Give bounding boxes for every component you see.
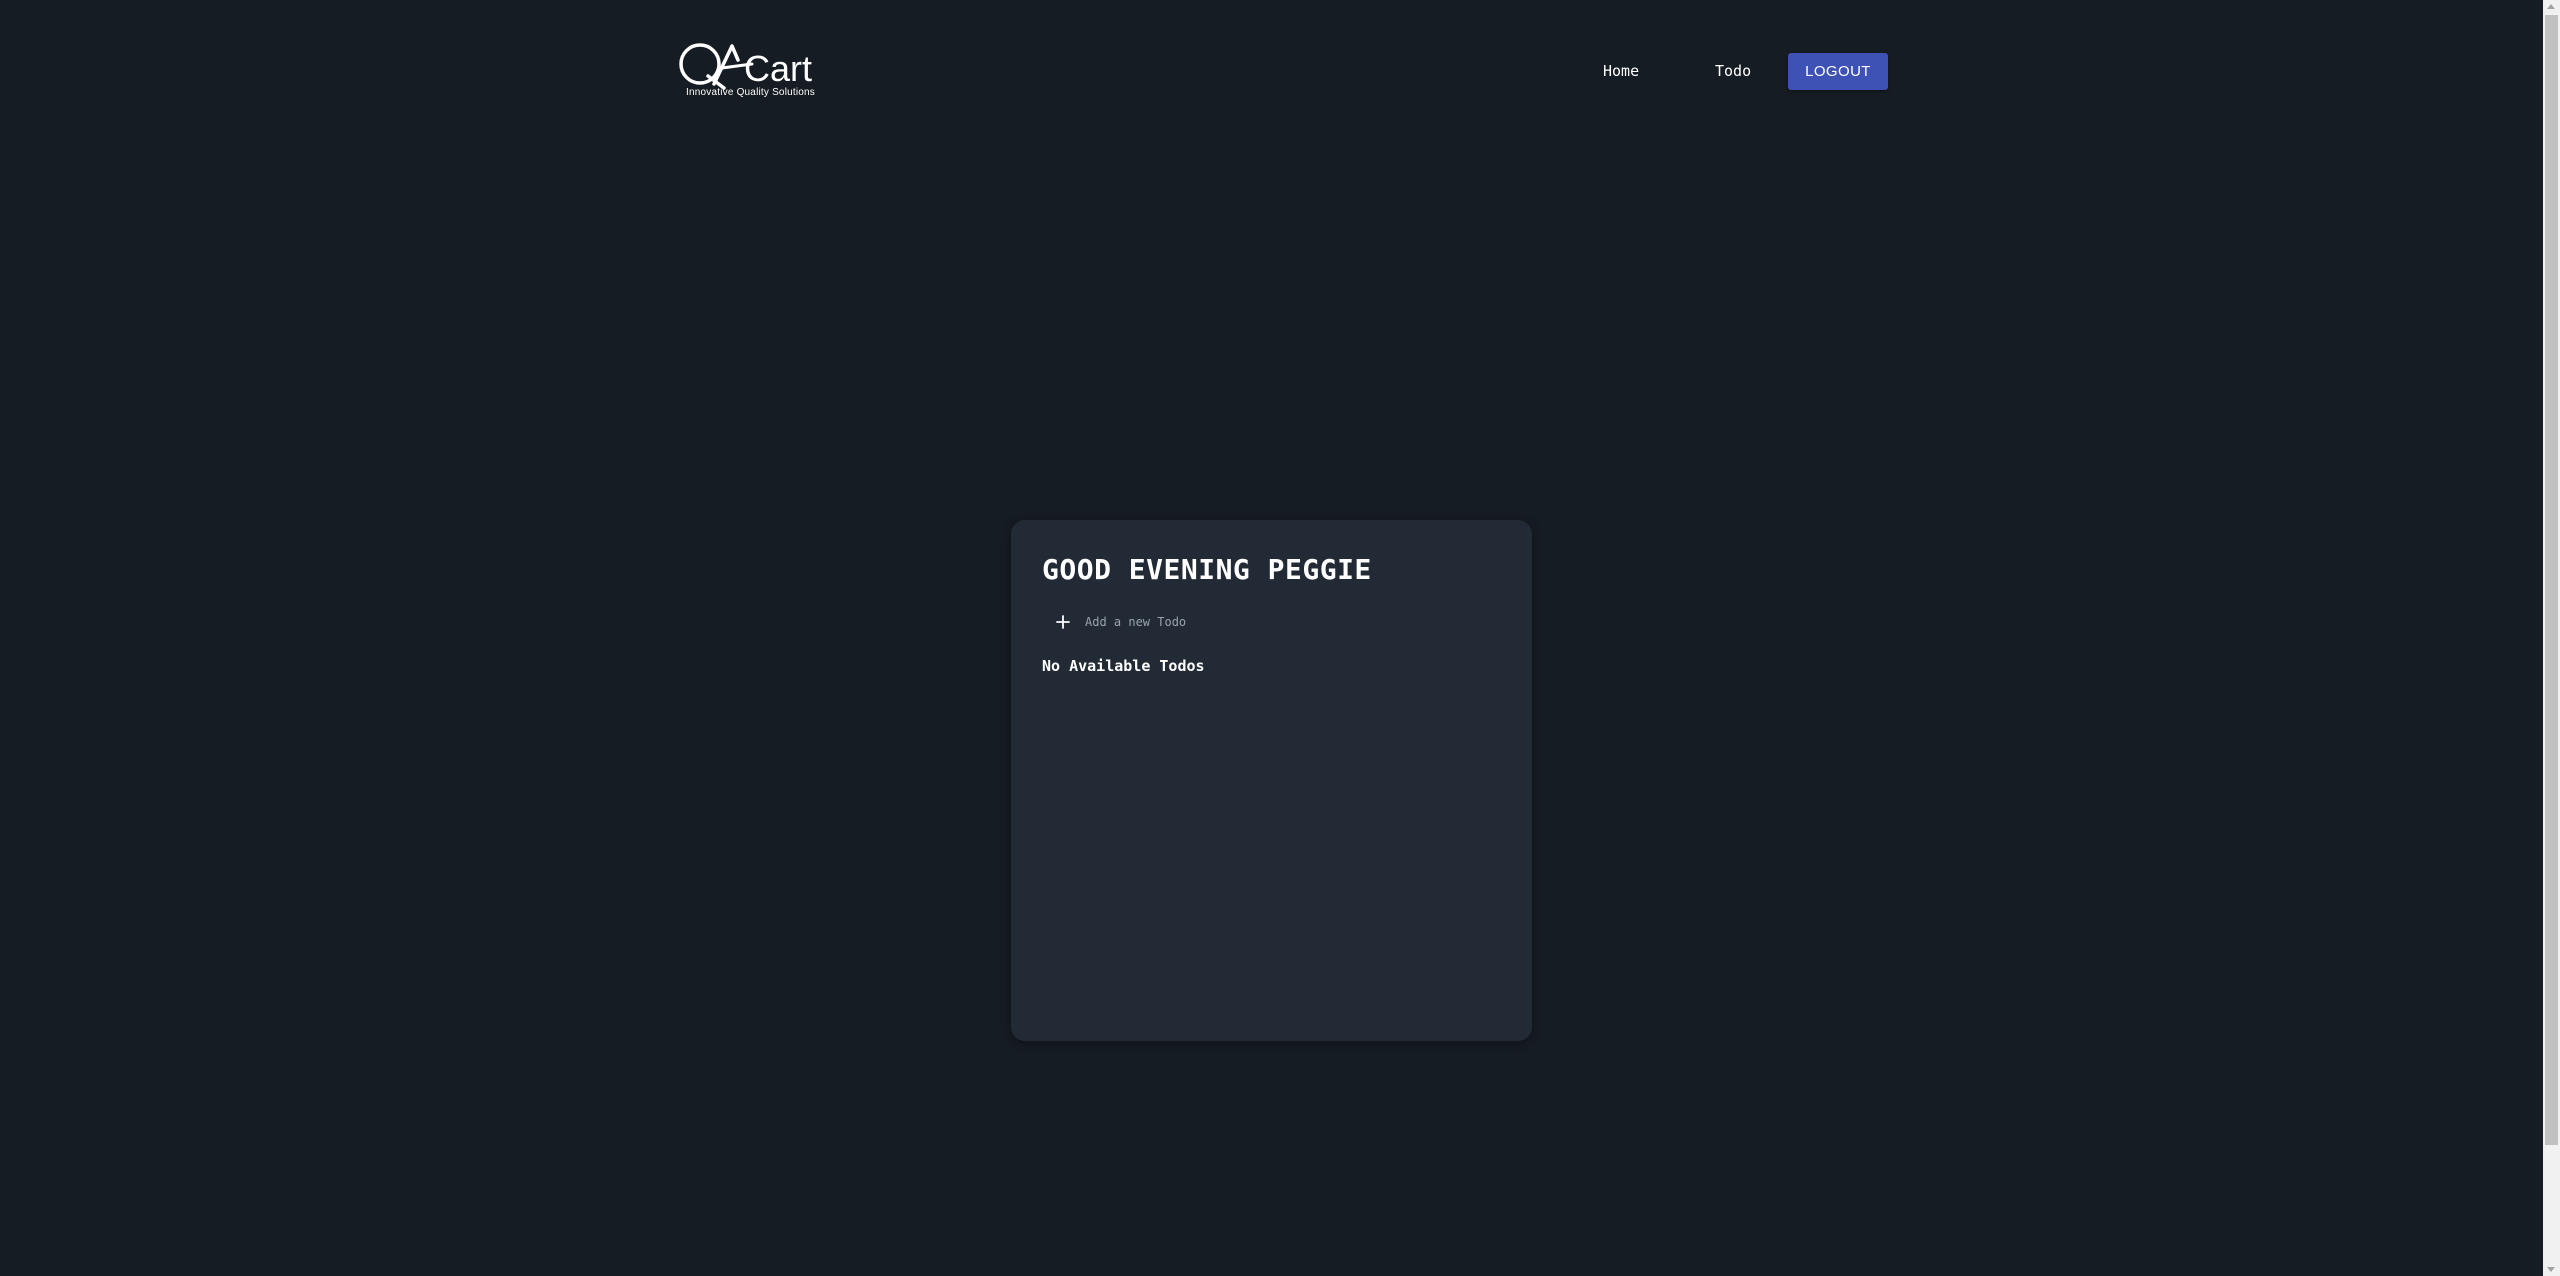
empty-todos-message: No Available Todos	[1042, 657, 1205, 675]
new-todo-input[interactable]	[1085, 612, 1465, 632]
nav-home-link[interactable]: Home	[1603, 62, 1639, 80]
scroll-down-arrow-icon[interactable]	[2547, 1267, 2555, 1272]
nav-todo-link[interactable]: Todo	[1715, 62, 1751, 80]
add-todo-row	[1051, 610, 1491, 634]
logo-tagline: Innovative Quality Solutions	[686, 87, 816, 98]
page: Cart Innovative Quality Solutions Home T…	[0, 0, 2560, 1276]
page-scrollbar[interactable]	[2543, 0, 2560, 1276]
logo-wordmark: Cart	[744, 48, 812, 89]
logout-button[interactable]: LOGOUT	[1788, 53, 1888, 90]
greeting-title: GOOD EVENING PEGGIE	[1042, 553, 1372, 586]
scrollbar-thumb[interactable]	[2545, 15, 2558, 1145]
todo-card: GOOD EVENING PEGGIE No Available Todos	[1011, 520, 1532, 1041]
plus-icon	[1056, 615, 1070, 629]
scroll-up-arrow-icon[interactable]	[2547, 4, 2555, 9]
add-todo-button[interactable]	[1051, 610, 1075, 634]
